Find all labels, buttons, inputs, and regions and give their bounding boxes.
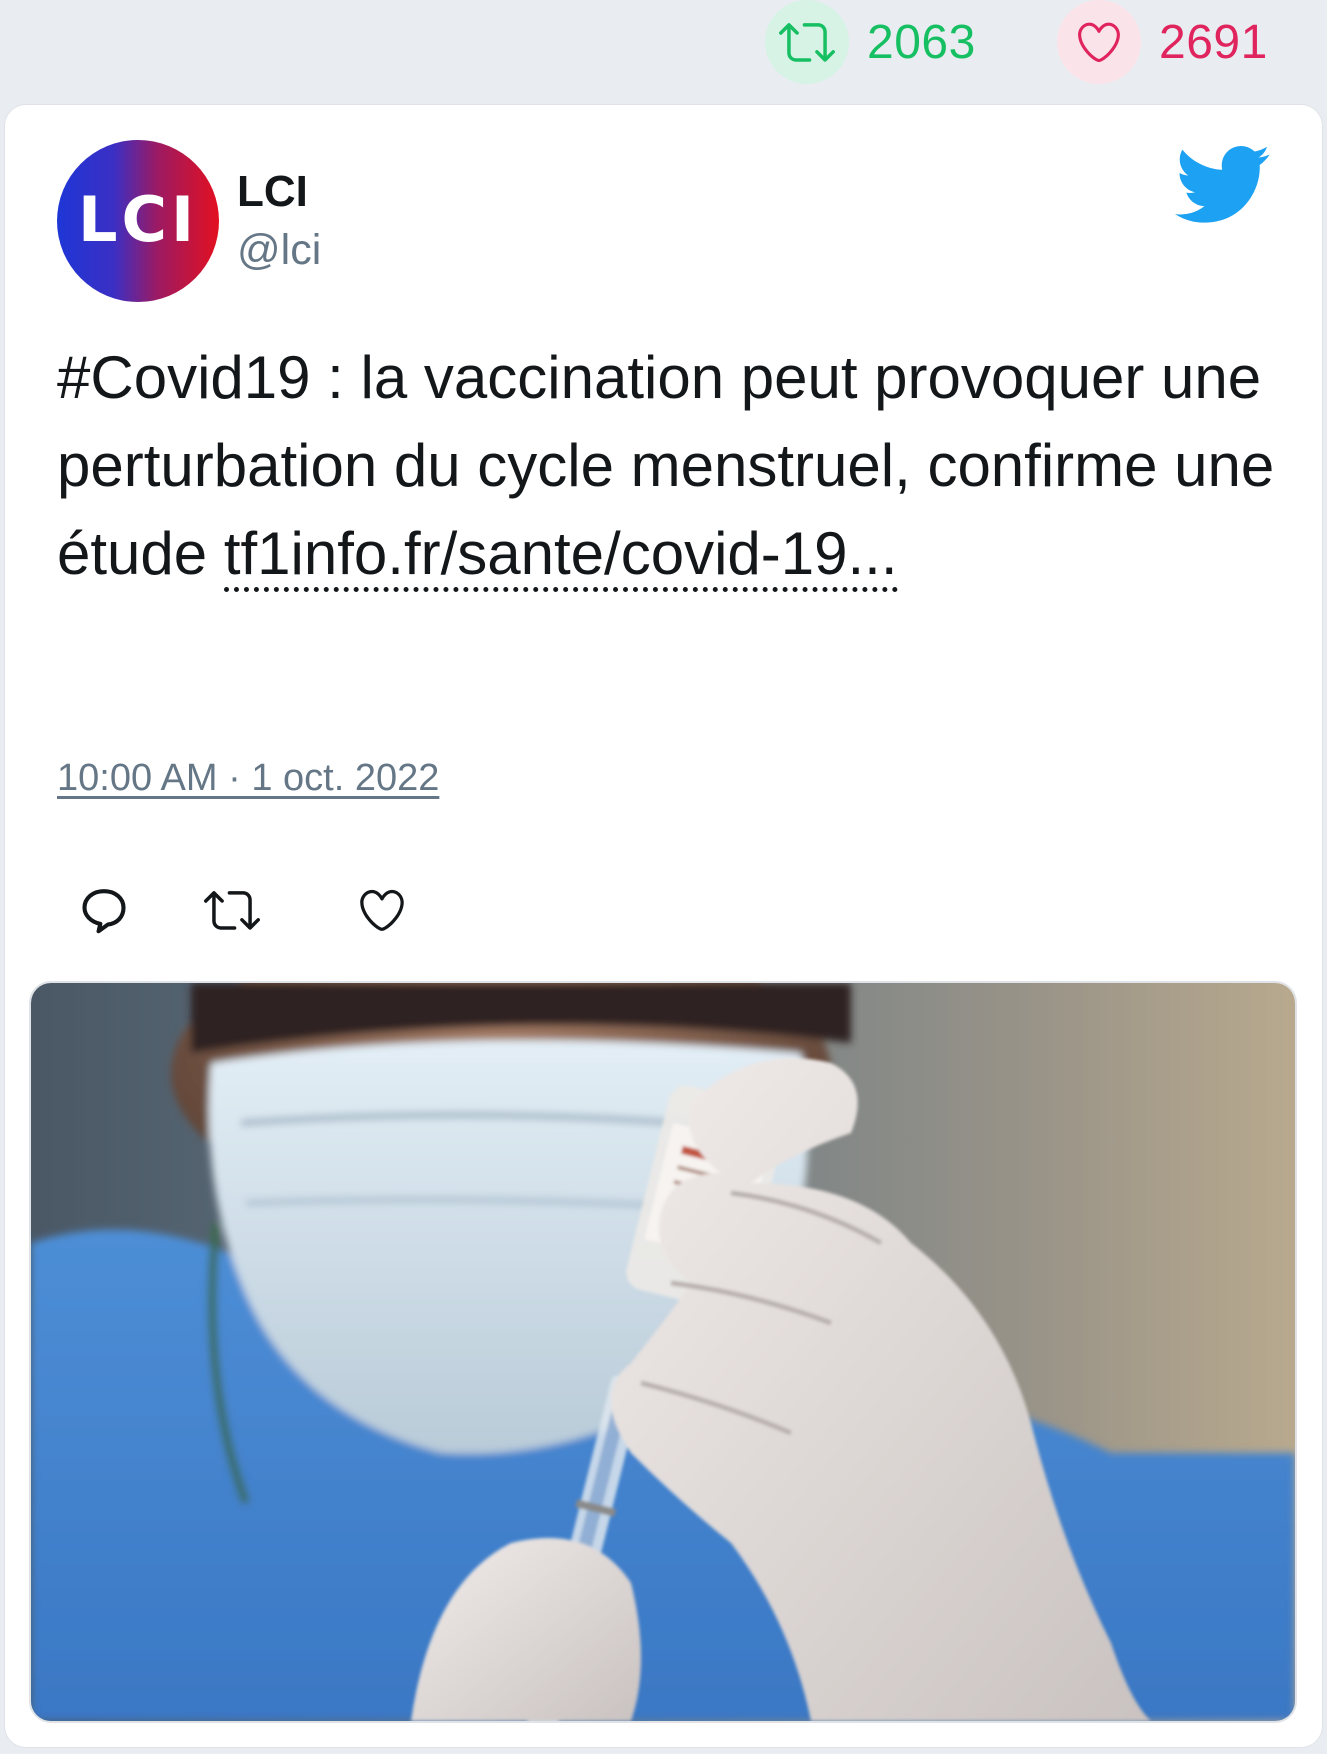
author-name[interactable]: LCI	[237, 167, 308, 217]
tweet-text: #Covid19 : la vaccination peut provoquer…	[57, 334, 1287, 598]
tweet-timestamp[interactable]: 10:00 AM · 1 oct. 2022	[57, 757, 439, 800]
reply-icon[interactable]	[69, 875, 139, 945]
heart-icon[interactable]	[347, 875, 417, 945]
retweet-count-stat: 2063	[765, 0, 976, 84]
retweet-icon	[765, 0, 849, 84]
like-count-stat: 2691	[1057, 0, 1268, 84]
engagement-stats: 2063 2691	[0, 0, 1327, 100]
like-count: 2691	[1159, 15, 1268, 69]
tweet-photo[interactable]	[29, 981, 1297, 1723]
retweet-count: 2063	[867, 15, 976, 69]
vaccination-photo	[31, 983, 1295, 1721]
twitter-bird-icon[interactable]	[1175, 145, 1271, 225]
avatar-logo-text: LCI	[77, 182, 199, 256]
article-link[interactable]: tf1info.fr/sante/covid-19...	[223, 520, 898, 592]
retweet-icon[interactable]	[197, 875, 267, 945]
heart-icon	[1057, 0, 1141, 84]
avatar[interactable]: LCI	[57, 140, 219, 302]
author-handle[interactable]: @lci	[237, 226, 321, 275]
tweet-card[interactable]: LCI LCI @lci #Covid19 : la vaccination p…	[4, 104, 1323, 1748]
